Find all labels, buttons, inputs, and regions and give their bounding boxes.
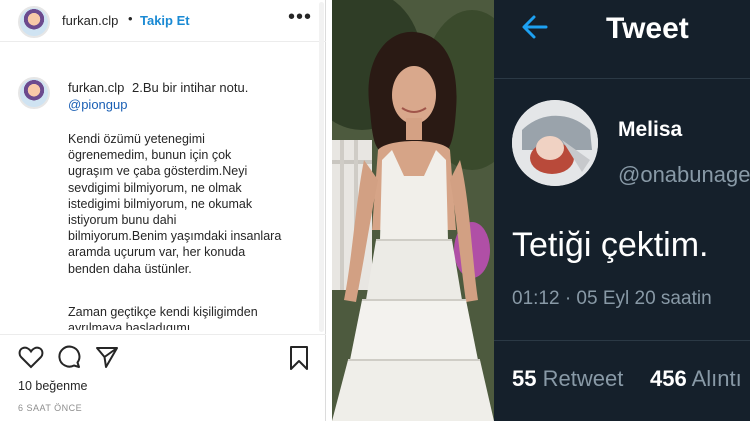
more-options-icon[interactable]: ••• xyxy=(288,6,312,29)
twitter-tweet-panel: Tweet Melisa @onabunage Tetiği çektim. 0… xyxy=(494,0,750,421)
post-time: 6 SAAT ÖNCE xyxy=(18,403,83,413)
caption-avatar[interactable] xyxy=(18,77,50,109)
user-handle[interactable]: @onabunage xyxy=(618,162,750,188)
tweet-text: Tetiği çektim. xyxy=(512,226,709,264)
retweet-stat[interactable]: 55 Retweet xyxy=(512,366,623,392)
retweet-count: 55 xyxy=(512,366,537,391)
caption-body-continued: Zaman geçtikçe kendi kişiligimden ayrılm… xyxy=(68,305,258,330)
caption-body: Kendi özümü yetenegimi ögrenemedim, bunu… xyxy=(68,132,282,276)
like-count[interactable]: 10 beğenme xyxy=(18,379,88,393)
stats-divider xyxy=(494,340,750,341)
avatar[interactable] xyxy=(512,100,598,186)
tweet-timestamp[interactable]: 01:12 · 05 Eyl 20 saatin xyxy=(512,288,712,310)
display-name[interactable]: Melisa xyxy=(618,118,682,142)
bookmark-icon[interactable] xyxy=(288,345,310,371)
avatar-image xyxy=(512,100,598,186)
follow-button[interactable]: Takip Et xyxy=(140,13,190,28)
caption-username[interactable]: furkan.clp xyxy=(68,80,124,95)
share-icon[interactable] xyxy=(95,345,119,369)
back-arrow-icon[interactable] xyxy=(520,12,550,42)
post-header: furkan.clp • Takip Et ••• xyxy=(0,0,326,42)
instagram-post-panel: furkan.clp • Takip Et ••• furkan.clp 2.B… xyxy=(0,0,326,421)
comment-icon[interactable] xyxy=(57,345,81,369)
page-title: Tweet xyxy=(606,12,689,45)
quote-label: Alıntı xyxy=(691,366,742,391)
retweet-label: Retweet xyxy=(542,366,624,391)
caption-mention[interactable]: @piongup xyxy=(68,97,127,112)
separator-dot: • xyxy=(128,11,133,26)
header-divider xyxy=(494,78,750,79)
caption-scrollbar[interactable] xyxy=(319,2,324,332)
quote-stat[interactable]: 456 Alıntı xyxy=(650,366,742,392)
heart-icon[interactable] xyxy=(18,345,44,369)
divider xyxy=(0,334,326,335)
caption-title: 2.Bu bir intihar notu. xyxy=(132,80,249,95)
quote-count: 456 xyxy=(650,366,687,391)
portrait-illustration xyxy=(332,0,494,421)
post-username[interactable]: furkan.clp xyxy=(62,13,118,28)
avatar[interactable] xyxy=(18,6,50,38)
portrait-photo xyxy=(332,0,494,421)
